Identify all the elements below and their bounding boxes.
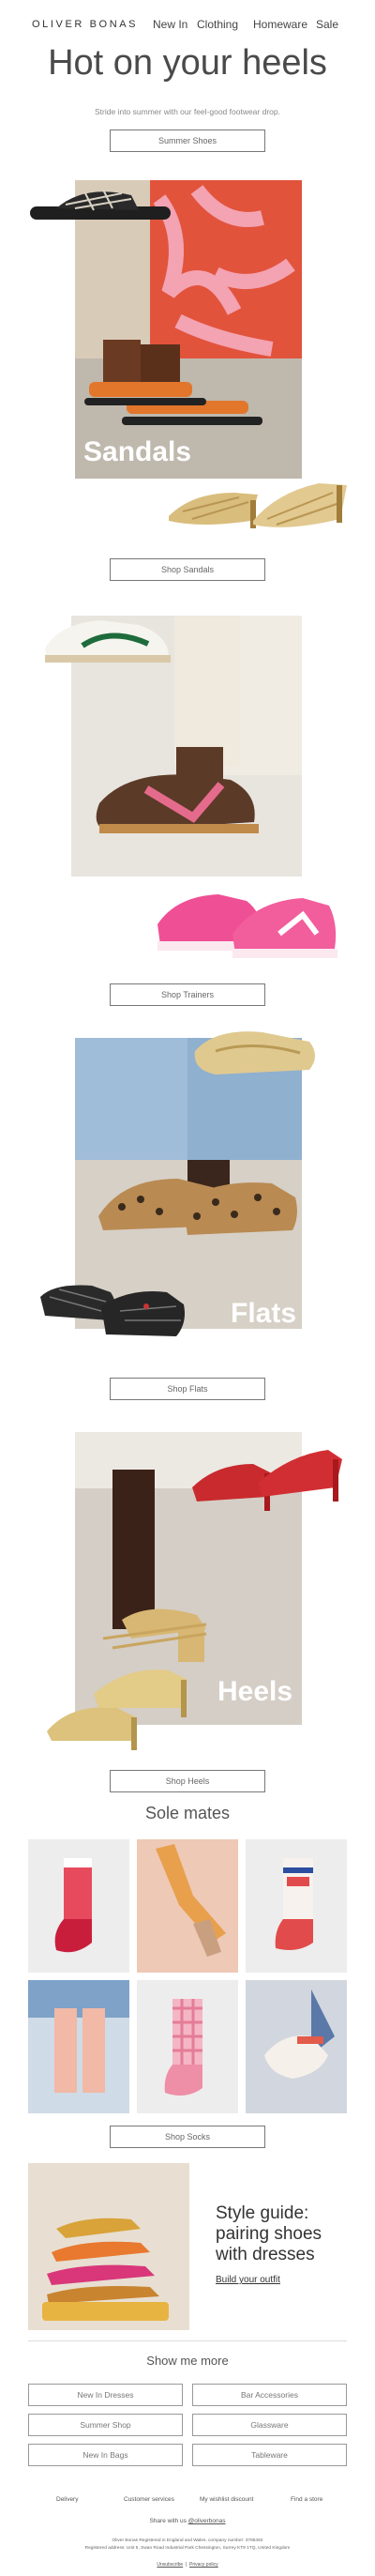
share-line: Share with us @oliverbonas	[0, 2518, 375, 2524]
tableware-button[interactable]: Tableware	[192, 2444, 347, 2466]
pink-trainers-image	[158, 894, 338, 958]
shop-trainers-button[interactable]: Shop Trainers	[110, 983, 265, 1006]
stacked-shoes-illustration	[28, 2163, 189, 2330]
footer-find-store-link[interactable]: Find a store	[291, 2496, 322, 2503]
share-prefix: Share with us	[149, 2518, 187, 2524]
brand-logo[interactable]: OLIVER BONAS	[32, 19, 138, 30]
hero-subtitle: Stride into summer with our feel-good fo…	[95, 107, 280, 116]
instagram-handle-link[interactable]: @oliverbonas	[188, 2518, 226, 2524]
shop-socks-button[interactable]: Shop Socks	[110, 2126, 265, 2148]
sole-mates-title: Sole mates	[144, 1804, 231, 1822]
summer-shop-button[interactable]: Summer Shop	[28, 2414, 183, 2436]
red-sock-image	[54, 1858, 92, 1953]
black-woven-flats-image	[40, 1285, 185, 1336]
red-heeled-sandals-image	[192, 1450, 342, 1511]
footer-customer-services-link[interactable]: Customer services	[124, 2496, 174, 2503]
peach-sock-image	[28, 1980, 129, 2093]
sock-product-2[interactable]	[137, 1839, 238, 1973]
sock-product-6[interactable]	[246, 1980, 347, 2113]
white-ankle-sock-image	[264, 1989, 335, 2079]
legal-address: Registered address: Unit 5, Swan Road In…	[84, 2546, 291, 2551]
show-more-title: Show me more	[146, 2354, 229, 2368]
sock-product-4[interactable]	[28, 1980, 129, 2113]
privacy-policy-link[interactable]: Privacy policy	[189, 2562, 218, 2568]
sock-product-5[interactable]	[137, 1980, 238, 2113]
woven-heel-sandals-image	[169, 483, 347, 528]
footer-delivery-link[interactable]: Delivery	[56, 2496, 78, 2503]
legal-company: Oliver Bonas Registered in England and W…	[112, 2538, 263, 2543]
footer-bottom-links: Unsubscribe | Privacy policy	[157, 2562, 218, 2568]
shop-heels-button[interactable]: Shop Heels	[110, 1770, 265, 1792]
build-outfit-link[interactable]: Build your outfit	[216, 2275, 280, 2285]
bar-accessories-button[interactable]: Bar Accessories	[192, 2384, 347, 2406]
heels-label: Heels	[218, 1676, 293, 1707]
white-green-trainer-image	[45, 620, 171, 663]
divider	[28, 2340, 347, 2341]
style-guide-title: Style guide: pairing shoes with dresses	[216, 2203, 322, 2264]
white-red-sock-image	[275, 1858, 313, 1950]
black-woven-sandal-image	[30, 189, 171, 220]
pink-gingham-sock-image	[164, 1999, 202, 2096]
flats-label: Flats	[231, 1298, 297, 1329]
shop-sandals-button[interactable]: Shop Sandals	[110, 558, 265, 581]
orange-check-sock-image	[137, 1839, 238, 1973]
unsubscribe-link[interactable]: Unsubscribe	[157, 2562, 183, 2568]
new-in-bags-button[interactable]: New In Bags	[28, 2444, 183, 2466]
shop-flats-button[interactable]: Shop Flats	[110, 1378, 265, 1400]
sock-product-1[interactable]	[28, 1839, 129, 1973]
nav-clothing[interactable]: Clothing	[197, 18, 238, 31]
gold-heeled-sandals-image	[47, 1669, 188, 1750]
hero-title: Hot on your heels	[48, 43, 327, 83]
footer-wishlist-link[interactable]: My wishlist discount	[200, 2496, 253, 2503]
gold-ballet-flat-image	[194, 1031, 315, 1075]
nav-homeware[interactable]: Homeware	[253, 18, 308, 31]
glassware-button[interactable]: Glassware	[192, 2414, 347, 2436]
nav-new-in[interactable]: New In	[153, 18, 188, 31]
new-in-dresses-button[interactable]: New In Dresses	[28, 2384, 183, 2406]
style-guide-photo[interactable]	[28, 2163, 189, 2330]
sock-product-3[interactable]	[246, 1839, 347, 1973]
nav-sale[interactable]: Sale	[316, 18, 338, 31]
summer-shoes-button[interactable]: Summer Shoes	[110, 130, 265, 152]
